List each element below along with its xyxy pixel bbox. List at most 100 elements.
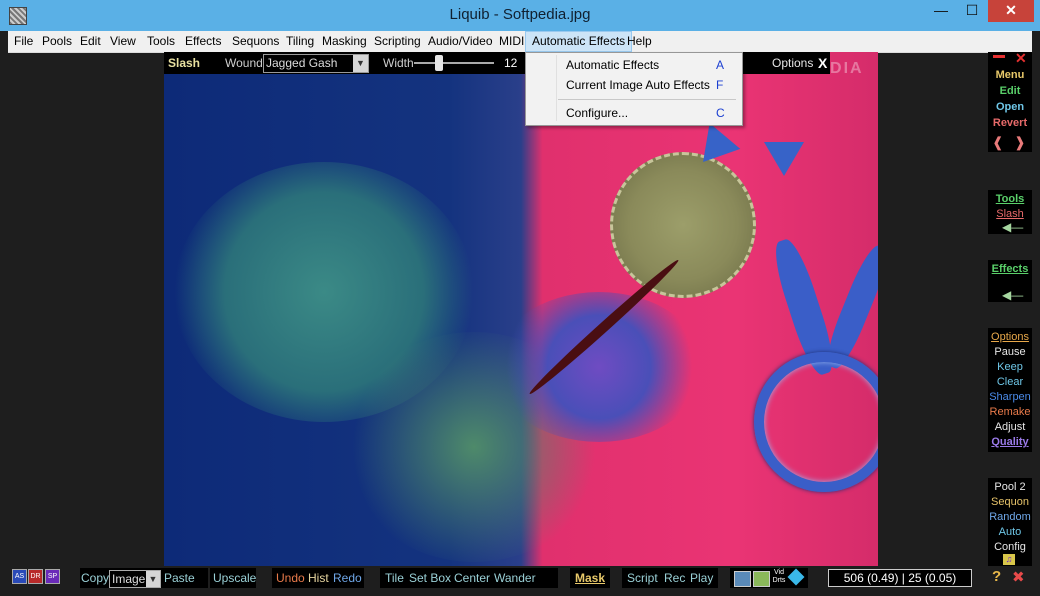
options-button[interactable]: Options (772, 52, 813, 74)
keep-button[interactable]: Keep (988, 360, 1032, 375)
cursor-coordinates: 506 (0.49) | 25 (0.05) (828, 569, 972, 587)
wound-value: Jagged Gash (266, 56, 338, 70)
menu-item-configure[interactable]: Configure... C (528, 103, 740, 123)
as-icon[interactable]: AS (12, 569, 27, 584)
sequon-button[interactable]: Sequon (988, 495, 1032, 510)
copy-button[interactable]: Copy (81, 568, 109, 588)
menu-item-automatic-effects[interactable]: Automatic Effects A (528, 55, 740, 75)
config-button[interactable]: Config (988, 540, 1032, 555)
mask-button[interactable]: Mask (575, 568, 605, 588)
menu-item-label: Configure... (566, 106, 629, 120)
image-canvas[interactable]: SOFTPEDIA (164, 52, 878, 566)
menu-masking[interactable]: Masking (316, 31, 373, 52)
menu-bar: File Pools Edit View Tools Effects Sequo… (8, 31, 1032, 53)
menu-item-shortcut: C (716, 106, 725, 120)
tools-button[interactable]: Tools (988, 192, 1032, 207)
menu-tools[interactable]: Tools (141, 31, 181, 52)
center-button[interactable]: Center (454, 568, 490, 588)
copy-paste-group: Copy Image ▼ Paste (80, 568, 208, 588)
photo-icon[interactable] (753, 571, 770, 587)
set-box-button[interactable]: Set Box (409, 568, 451, 588)
pause-button[interactable]: Pause (988, 345, 1032, 360)
menu-scripting[interactable]: Scripting (368, 31, 427, 52)
clear-button[interactable]: Clear (988, 375, 1032, 390)
rec-button[interactable]: Rec (664, 568, 685, 588)
quality-button[interactable]: Quality (988, 435, 1032, 450)
upscale-button[interactable]: Upscale (213, 568, 256, 588)
menu-edit[interactable]: Edit (74, 31, 107, 52)
arrow-right-icon[interactable]: ❱ (1014, 134, 1026, 151)
window-title: Liquib - Softpedia.jpg (449, 6, 591, 23)
tools-cross-icon[interactable]: ✖ (1012, 568, 1025, 586)
minimize-icon[interactable] (993, 55, 1005, 58)
menu-item-shortcut: F (716, 78, 724, 92)
script-button[interactable]: Script (627, 568, 658, 588)
menu-tiling[interactable]: Tiling (280, 31, 320, 52)
adjust-button[interactable]: Adjust (988, 420, 1032, 435)
revert-button[interactable]: Revert (988, 116, 1032, 131)
tile-button[interactable]: Tile (385, 568, 404, 588)
open-button[interactable]: Open (988, 100, 1032, 115)
image-shape (764, 142, 804, 176)
wound-select[interactable]: Jagged Gash ▼ (263, 54, 369, 73)
upscale-group: Upscale (210, 568, 256, 588)
image-disc (610, 152, 756, 298)
right-block-pool: Pool 2 Sequon Random Auto Config ♫ (988, 478, 1032, 566)
sharpen-button[interactable]: Sharpen (988, 390, 1032, 405)
close-icon[interactable]: ✕ (1015, 50, 1027, 67)
media-group: Vid Drts (730, 568, 808, 588)
video-drts-button[interactable]: Vid Drts (771, 569, 787, 585)
image-icon[interactable] (734, 571, 751, 587)
random-button[interactable]: Random (988, 510, 1032, 525)
automatic-effects-menu: Automatic Effects A Current Image Auto E… (525, 52, 743, 126)
menu-view[interactable]: View (104, 31, 142, 52)
remake-button[interactable]: Remake (988, 405, 1032, 420)
arrow-back-icon[interactable]: ◀— (1002, 288, 1023, 302)
pool-button[interactable]: Pool 2 (988, 480, 1032, 495)
close-options-button[interactable]: X (818, 52, 827, 74)
menu-audio-video[interactable]: Audio/Video (422, 31, 499, 52)
edit-button[interactable]: Edit (988, 84, 1032, 99)
history-button[interactable]: Hist (308, 568, 329, 588)
sp-icon[interactable]: SP (45, 569, 60, 584)
undo-group: Undo Hist Redo (272, 568, 364, 588)
menu-effects[interactable]: Effects (179, 31, 227, 52)
menu-pools[interactable]: Pools (36, 31, 78, 52)
image-select[interactable]: Image ▼ (109, 570, 161, 588)
mask-group: Mask (570, 568, 610, 588)
status-bar: AS DR SP Copy Image ▼ Paste Upscale Undo… (8, 566, 1032, 596)
arrow-back-icon[interactable]: ◀— (1002, 220, 1023, 234)
paste-button[interactable]: Paste (164, 568, 195, 588)
effects-button[interactable]: Effects (988, 262, 1032, 277)
music-note-icon[interactable]: ♫ (1003, 554, 1015, 565)
width-slider-thumb[interactable] (435, 55, 443, 71)
menu-item-label: Current Image Auto Effects (566, 78, 710, 92)
dr-icon[interactable]: DR (28, 569, 43, 584)
width-label: Width (383, 56, 414, 70)
image-region (494, 292, 704, 442)
width-slider-track[interactable] (414, 62, 494, 64)
auto-button[interactable]: Auto (988, 525, 1032, 540)
diamond-icon[interactable] (787, 568, 805, 586)
menu-file[interactable]: File (8, 31, 39, 52)
minimize-button[interactable]: — (926, 0, 956, 22)
menu-button[interactable]: Menu (988, 68, 1032, 83)
maximize-button[interactable]: ☐ (957, 0, 987, 22)
menu-item-label: Automatic Effects (566, 58, 660, 72)
wander-button[interactable]: Wander (494, 568, 536, 588)
chevron-down-icon[interactable]: ▼ (146, 571, 160, 587)
menu-help[interactable]: Help (621, 31, 658, 52)
menu-sequons[interactable]: Sequons (226, 31, 285, 52)
menu-automatic-effects[interactable]: Automatic Effects (525, 31, 633, 52)
redo-button[interactable]: Redo (333, 568, 362, 588)
menu-item-current-image-auto-effects[interactable]: Current Image Auto Effects F (528, 75, 740, 95)
arrow-left-icon[interactable]: ❰ (992, 134, 1004, 151)
title-bar: Liquib - Softpedia.jpg — ☐ ✕ (0, 0, 1040, 31)
close-button[interactable]: ✕ (988, 0, 1034, 22)
help-icon[interactable]: ? (992, 568, 1001, 585)
options-panel-button[interactable]: Options (988, 330, 1032, 345)
play-button[interactable]: Play (690, 568, 713, 588)
chevron-down-icon[interactable]: ▼ (353, 55, 368, 72)
right-panel: ✕ Menu Edit Open Revert ❰ ❱ Tools Slash … (988, 50, 1032, 566)
undo-button[interactable]: Undo (276, 568, 305, 588)
